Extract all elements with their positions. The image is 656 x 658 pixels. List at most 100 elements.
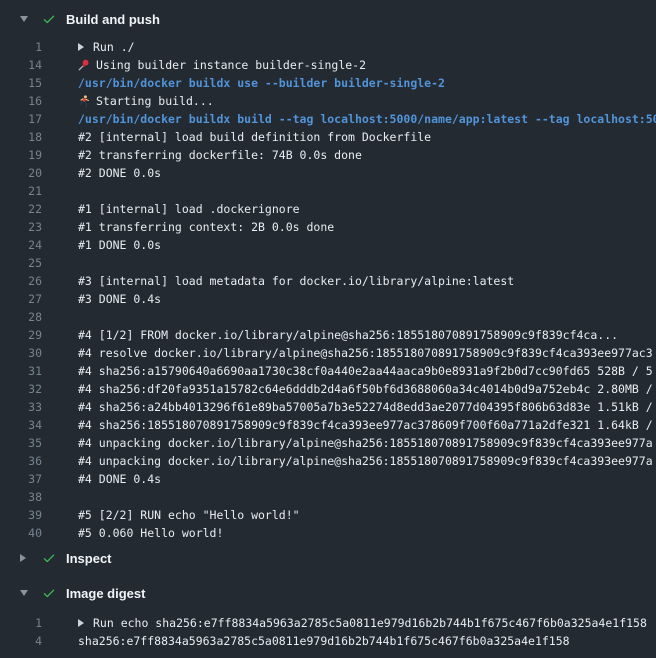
- line-number-link[interactable]: 33: [0, 400, 42, 414]
- log-line-text: Using builder instance builder-single-2: [96, 58, 366, 72]
- line-number-link[interactable]: 35: [0, 436, 42, 450]
- log-line-text: Starting build...: [96, 94, 214, 108]
- line-number-link[interactable]: 34: [0, 418, 42, 432]
- log-line: 32 #4 sha256:df20fa9351a15782c64e6dddb2d4…: [0, 380, 656, 398]
- log-text: #2 transferring dockerfile: 74B 0.0s don…: [78, 148, 362, 162]
- log-text: #3 [internal] load metadata for docker.i…: [78, 274, 514, 288]
- log-text: #4 sha256:a24bb4013296f61e89ba57005a7b3e…: [78, 400, 653, 414]
- log-line: 36 #4 unpacking docker.io/library/alpine@…: [0, 452, 656, 470]
- log-line-text: /usr/bin/docker buildx build --tag local…: [78, 112, 656, 126]
- log-text: /usr/bin/docker buildx use --builder bui…: [78, 76, 445, 90]
- line-number-link[interactable]: 19: [0, 148, 42, 162]
- line-number-link[interactable]: 39: [0, 508, 42, 522]
- log-line: 1 Run echo sha256:e7ff8834a5963a2785c5a08…: [0, 614, 656, 632]
- log-text: #4 sha256:185518070891758909c9f839cf4ca3…: [78, 418, 653, 432]
- line-number-link[interactable]: 36: [0, 454, 42, 468]
- log-line: 15/usr/bin/docker buildx use --builder b…: [0, 74, 656, 92]
- success-check-icon: [42, 586, 56, 600]
- line-number-link[interactable]: 1: [0, 40, 42, 54]
- log-line-text: #5 [2/2] RUN echo "Hello world!": [78, 508, 300, 522]
- log-line: 19 #2 transferring dockerfile: 74B 0.0s d…: [0, 146, 656, 164]
- log-line: 28: [0, 308, 656, 326]
- line-number-link[interactable]: 28: [0, 310, 42, 324]
- line-number-link[interactable]: 17: [0, 112, 42, 126]
- log-text: Run ./: [78, 40, 135, 54]
- success-check-icon: [42, 12, 56, 26]
- log-line: 1 Run ./: [0, 38, 656, 56]
- log-text: #4 DONE 0.4s: [78, 472, 161, 486]
- log-text: #4 unpacking docker.io/library/alpine@sh…: [78, 454, 653, 468]
- log-line: 17/usr/bin/docker buildx build --tag loc…: [0, 110, 656, 128]
- log-line-text: Run echo sha256:e7ff8834a5963a2785c5a081…: [93, 616, 647, 630]
- line-number-link[interactable]: 15: [0, 76, 42, 90]
- line-number-link[interactable]: 40: [0, 526, 42, 540]
- line-number-link[interactable]: 23: [0, 220, 42, 234]
- line-number-link[interactable]: 25: [0, 256, 42, 270]
- log-text: #4 resolve docker.io/library/alpine@sha2…: [78, 346, 653, 360]
- log-line-text: sha256:e7ff8834a5963a2785c5a0811e979d16b…: [78, 634, 570, 648]
- log-line-text: #1 [internal] load .dockerignore: [78, 202, 300, 216]
- expand-group-icon[interactable]: [78, 619, 84, 627]
- log-text: #2 DONE 0.0s: [78, 166, 161, 180]
- section-title: Build and push: [66, 12, 160, 27]
- expand-group-icon[interactable]: [78, 43, 84, 51]
- line-number-link[interactable]: 22: [0, 202, 42, 216]
- section-title: Inspect: [66, 551, 112, 566]
- log-line: 38: [0, 488, 656, 506]
- log-text: #3 DONE 0.4s: [78, 292, 161, 306]
- line-number-link[interactable]: 14: [0, 58, 42, 72]
- log-line: 27 #3 DONE 0.4s: [0, 290, 656, 308]
- section-inspect: Inspect: [0, 547, 656, 569]
- log-line: 23 #1 transferring context: 2B 0.0s done: [0, 218, 656, 236]
- log-line: 26 #3 [internal] load metadata for docker…: [0, 272, 656, 290]
- chevron-down-icon[interactable]: [20, 590, 32, 596]
- log-line-text: #4 resolve docker.io/library/alpine@sha2…: [78, 346, 653, 360]
- line-number-link[interactable]: 37: [0, 472, 42, 486]
- log-text: #4 [1/2] FROM docker.io/library/alpine@s…: [78, 328, 618, 342]
- line-number-link[interactable]: 29: [0, 328, 42, 342]
- log-line-text: #4 sha256:a24bb4013296f61e89ba57005a7b3e…: [78, 400, 653, 414]
- pushpin-icon: [78, 59, 90, 71]
- section-header-image-digest[interactable]: Image digest: [0, 582, 656, 604]
- line-number-link[interactable]: 20: [0, 166, 42, 180]
- workflow-log: Build and push1Run ./14Using builder ins…: [0, 0, 656, 650]
- log-line-text: Run ./: [93, 40, 135, 54]
- log-line: 40 #5 0.060 Hello world!: [0, 524, 656, 542]
- line-number-link[interactable]: 32: [0, 382, 42, 396]
- line-number-link[interactable]: 24: [0, 238, 42, 252]
- section-header-inspect[interactable]: Inspect: [0, 547, 656, 569]
- section-header-build-and-push[interactable]: Build and push: [0, 8, 656, 30]
- log-line: 21: [0, 182, 656, 200]
- log-text: #1 transferring context: 2B 0.0s done: [78, 220, 334, 234]
- line-number-link[interactable]: 31: [0, 364, 42, 378]
- line-number-link[interactable]: 1: [0, 616, 42, 630]
- line-number-link[interactable]: 18: [0, 130, 42, 144]
- line-number-link[interactable]: 4: [0, 634, 42, 648]
- log-line-text: #4 [1/2] FROM docker.io/library/alpine@s…: [78, 328, 618, 342]
- log-text: #1 [internal] load .dockerignore: [78, 202, 300, 216]
- log-line-text: #3 DONE 0.4s: [78, 292, 161, 306]
- log-line: 20 #2 DONE 0.0s: [0, 164, 656, 182]
- log-text: #5 0.060 Hello world!: [78, 526, 223, 540]
- line-number-link[interactable]: 30: [0, 346, 42, 360]
- log-line-text: #4 sha256:185518070891758909c9f839cf4ca3…: [78, 418, 653, 432]
- log-text: sha256:e7ff8834a5963a2785c5a0811e979d16b…: [78, 634, 570, 648]
- section-lines: 1 Run echo sha256:e7ff8834a5963a2785c5a08…: [0, 614, 656, 650]
- line-number-link[interactable]: 21: [0, 184, 42, 198]
- line-number-link[interactable]: 27: [0, 292, 42, 306]
- log-text: /usr/bin/docker buildx build --tag local…: [78, 112, 656, 126]
- log-line-text: #1 transferring context: 2B 0.0s done: [78, 220, 334, 234]
- log-line: 35 #4 unpacking docker.io/library/alpine@…: [0, 434, 656, 452]
- line-number-link[interactable]: 16: [0, 94, 42, 108]
- chevron-right-icon[interactable]: [20, 554, 32, 562]
- chevron-down-icon[interactable]: [20, 16, 32, 22]
- log-line-text: #4 sha256:df20fa9351a15782c64e6dddb2d4a6…: [78, 382, 653, 396]
- log-text: #4 unpacking docker.io/library/alpine@sh…: [78, 436, 653, 450]
- line-number-link[interactable]: 38: [0, 490, 42, 504]
- log-line-text: #4 unpacking docker.io/library/alpine@sh…: [78, 454, 653, 468]
- section-image-digest: Image digest 1 Run echo sha256:e7ff8834a59…: [0, 582, 656, 650]
- line-number-link[interactable]: 26: [0, 274, 42, 288]
- log-text: Starting build...: [78, 94, 214, 108]
- log-text: #1 DONE 0.0s: [78, 238, 161, 252]
- log-line: 25: [0, 254, 656, 272]
